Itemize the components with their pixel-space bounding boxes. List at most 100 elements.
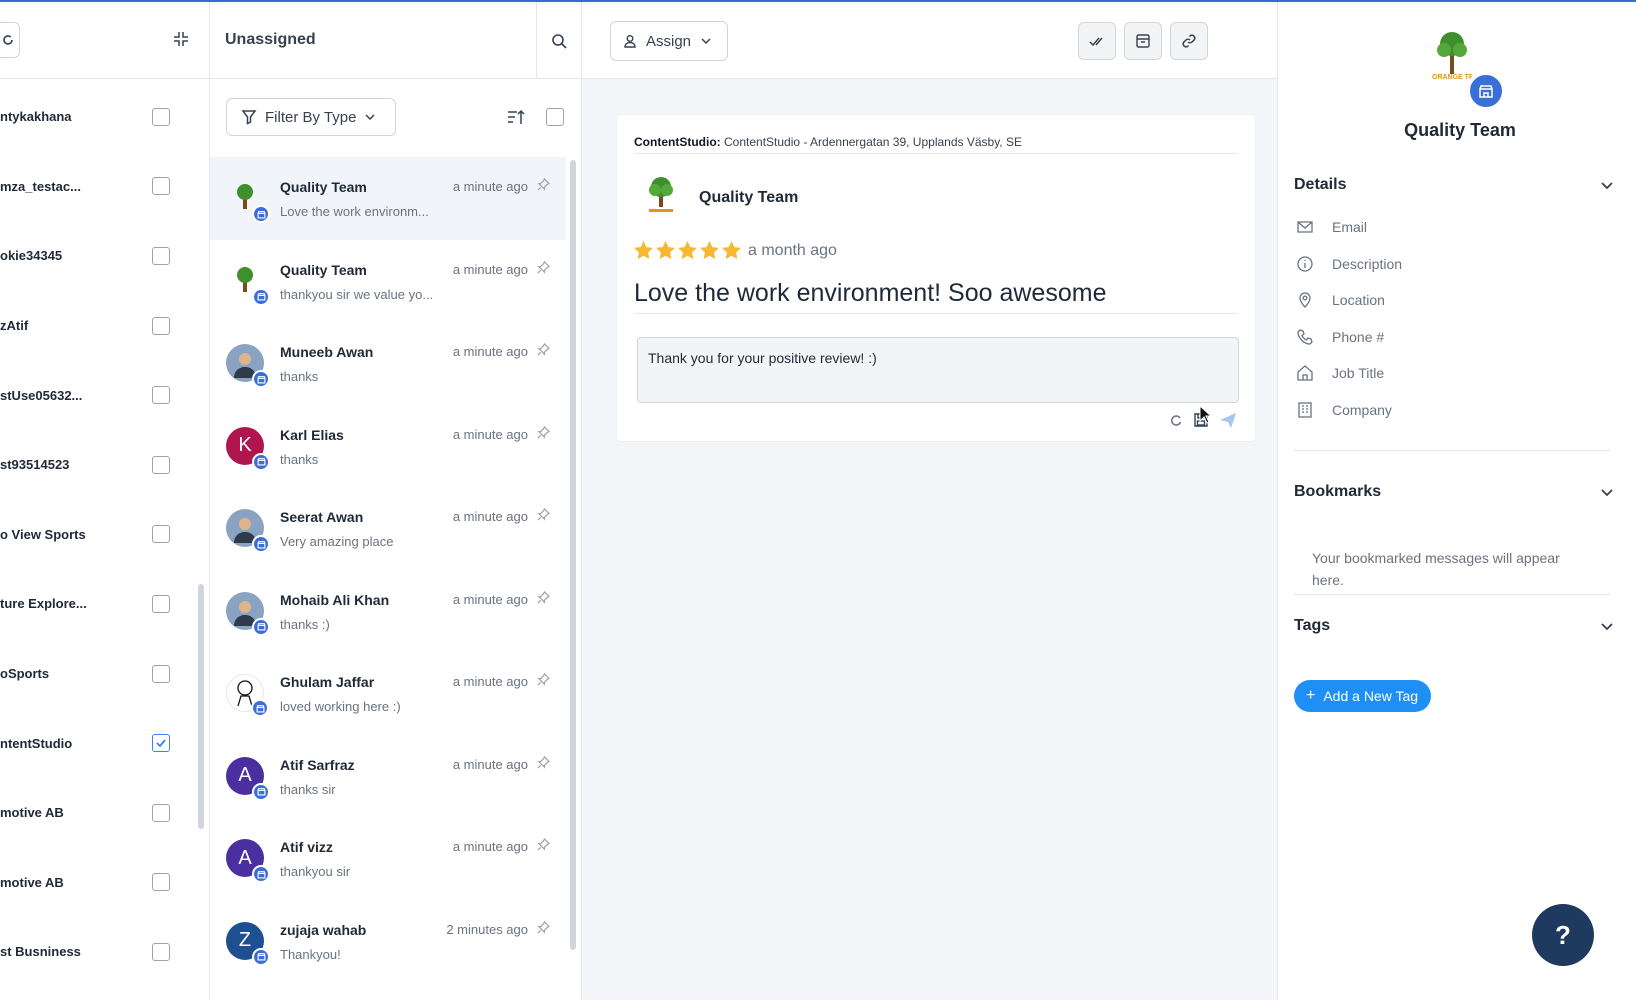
- review-time: a month ago: [748, 242, 837, 259]
- account-name: ntentStudio: [0, 735, 73, 751]
- account-checkbox[interactable]: [152, 177, 170, 196]
- pin-icon[interactable]: [537, 507, 551, 526]
- accounts-header: [0, 2, 209, 79]
- filter-by-type-button[interactable]: Filter By Type: [226, 98, 396, 136]
- conversation-item[interactable]: Muneeb Awan a minute ago thanks: [210, 322, 566, 405]
- conversation-item[interactable]: A Atif Sarfraz a minute ago thanks sir: [210, 735, 566, 818]
- pin-icon[interactable]: [537, 260, 551, 279]
- account-checkbox[interactable]: [152, 734, 170, 753]
- contact-name: Karl Elias: [280, 426, 344, 443]
- account-row[interactable]: okie34345: [0, 221, 200, 291]
- account-name: motive AB: [0, 874, 64, 890]
- pin-icon[interactable]: [537, 920, 551, 939]
- collapse-icon[interactable]: [172, 30, 192, 50]
- copy-link-button[interactable]: [1170, 22, 1208, 60]
- account-checkbox[interactable]: [152, 107, 170, 126]
- conversation-item[interactable]: Ghulam Jaffar a minute ago loved working h…: [210, 652, 566, 735]
- pin-icon[interactable]: [537, 177, 551, 196]
- divider: [1294, 450, 1610, 451]
- account-row[interactable]: st Busniness: [0, 917, 200, 987]
- account-name: st93514523: [0, 457, 70, 473]
- conversation-item[interactable]: Mohaib Ali Khan a minute ago thanks :): [210, 570, 566, 653]
- conversation-item[interactable]: K Karl Elias a minute ago thanks: [210, 405, 566, 488]
- source-detail: ContentStudio - Ardennergatan 39, Upplan…: [724, 135, 1022, 149]
- pin-icon[interactable]: [537, 590, 551, 609]
- add-tag-button[interactable]: + Add a New Tag: [1294, 680, 1431, 712]
- assign-button[interactable]: Assign: [610, 21, 728, 61]
- avatar-letter: A: [238, 764, 252, 786]
- profile-logo: ORANGE TREE: [1432, 30, 1472, 91]
- select-all-checkbox[interactable]: [546, 108, 564, 126]
- conversations-scrollbar[interactable]: [570, 160, 576, 950]
- refresh-button[interactable]: [0, 22, 20, 58]
- review-source: ContentStudio: ContentStudio - Ardennerg…: [634, 135, 1022, 149]
- store-icon: [1479, 85, 1493, 98]
- account-checkbox[interactable]: [152, 455, 170, 474]
- mark-done-button[interactable]: [1078, 22, 1116, 60]
- refresh-icon: [3, 35, 13, 45]
- conversation-item[interactable]: Zzujaja wahab 2 minutes ago Thankyou!: [210, 900, 566, 983]
- reply-textarea[interactable]: Thank you for your positive review! :): [637, 337, 1239, 403]
- conversation-item[interactable]: Seerat Awan a minute ago Very amazing plac…: [210, 487, 566, 570]
- account-checkbox[interactable]: [152, 386, 170, 405]
- platform-badge: [252, 535, 270, 553]
- pin-icon[interactable]: [537, 342, 551, 361]
- detail-field-label: Location: [1332, 292, 1385, 308]
- account-name: okie34345: [0, 248, 63, 264]
- account-checkbox[interactable]: [152, 873, 170, 892]
- tags-section-header[interactable]: Tags: [1294, 617, 1614, 635]
- refresh-icon[interactable]: [1169, 413, 1183, 427]
- avatar: [226, 262, 270, 306]
- account-checkbox[interactable]: [152, 664, 170, 683]
- message-preview: Thankyou!: [280, 946, 341, 962]
- star-icon: [656, 241, 675, 264]
- accounts-scrollbar[interactable]: [198, 584, 204, 829]
- archive-button[interactable]: [1124, 22, 1162, 60]
- conversation-item[interactable]: Quality Team a minute ago Love the work en…: [210, 157, 566, 240]
- thread-header: Assign: [582, 2, 1277, 79]
- pin-icon[interactable]: [537, 755, 551, 774]
- detail-field-label: Description: [1332, 255, 1403, 272]
- source-label: ContentStudio:: [634, 135, 721, 149]
- search-button[interactable]: [536, 2, 581, 79]
- account-row[interactable]: ture Explore...: [0, 569, 200, 639]
- mail-icon: [1297, 221, 1313, 233]
- details-section-header[interactable]: Details: [1294, 176, 1614, 194]
- account-checkbox[interactable]: [152, 246, 170, 265]
- bookmarks-title: Bookmarks: [1294, 483, 1382, 500]
- account-checkbox[interactable]: [152, 942, 170, 961]
- account-row[interactable]: oSports: [0, 639, 200, 709]
- review-card: ContentStudio: ContentStudio - Ardennerg…: [616, 114, 1256, 442]
- account-checkbox[interactable]: [152, 594, 170, 613]
- account-row[interactable]: ntentStudio: [0, 708, 200, 778]
- pin-icon[interactable]: [537, 672, 551, 691]
- account-row[interactable]: o View Sports: [0, 500, 200, 570]
- pin-icon[interactable]: [537, 425, 551, 444]
- account-row[interactable]: st93514523: [0, 430, 200, 500]
- bookmarks-section-header[interactable]: Bookmarks: [1294, 483, 1614, 501]
- message-time: 2 minutes ago: [446, 921, 528, 937]
- account-name: st Busniness: [0, 944, 81, 960]
- account-row[interactable]: ntykakhana: [0, 82, 200, 152]
- send-icon[interactable]: [1219, 411, 1237, 429]
- cursor-icon: [1199, 405, 1213, 424]
- contact-name: Atif vizz: [280, 839, 333, 855]
- conversations-header: Unassigned: [210, 2, 581, 79]
- pin-icon[interactable]: [537, 837, 551, 856]
- account-row[interactable]: motive AB: [0, 778, 200, 848]
- check-icon: [156, 739, 166, 748]
- sort-icon[interactable]: [506, 107, 526, 132]
- conversation-item[interactable]: A Atif vizz a minute ago thankyou sir: [210, 817, 566, 900]
- conversations-title: Unassigned: [225, 31, 316, 48]
- account-row[interactable]: motive AB: [0, 848, 200, 918]
- account-row[interactable]: stUse05632...: [0, 360, 200, 430]
- account-row[interactable]: zAtif: [0, 291, 200, 361]
- account-checkbox[interactable]: [152, 525, 170, 544]
- account-checkbox[interactable]: [152, 316, 170, 335]
- accounts-list: ntykakhana mza_testac... okie34345 zAtif stU…: [0, 82, 200, 987]
- details-panel: ORANGE TREE Quality Team Details Email De…: [1278, 2, 1636, 1000]
- conversation-item[interactable]: Quality Team a minute ago thankyou sir we …: [210, 240, 566, 323]
- account-row[interactable]: mza_testac...: [0, 152, 200, 222]
- help-button[interactable]: ?: [1532, 904, 1594, 966]
- account-checkbox[interactable]: [152, 803, 170, 822]
